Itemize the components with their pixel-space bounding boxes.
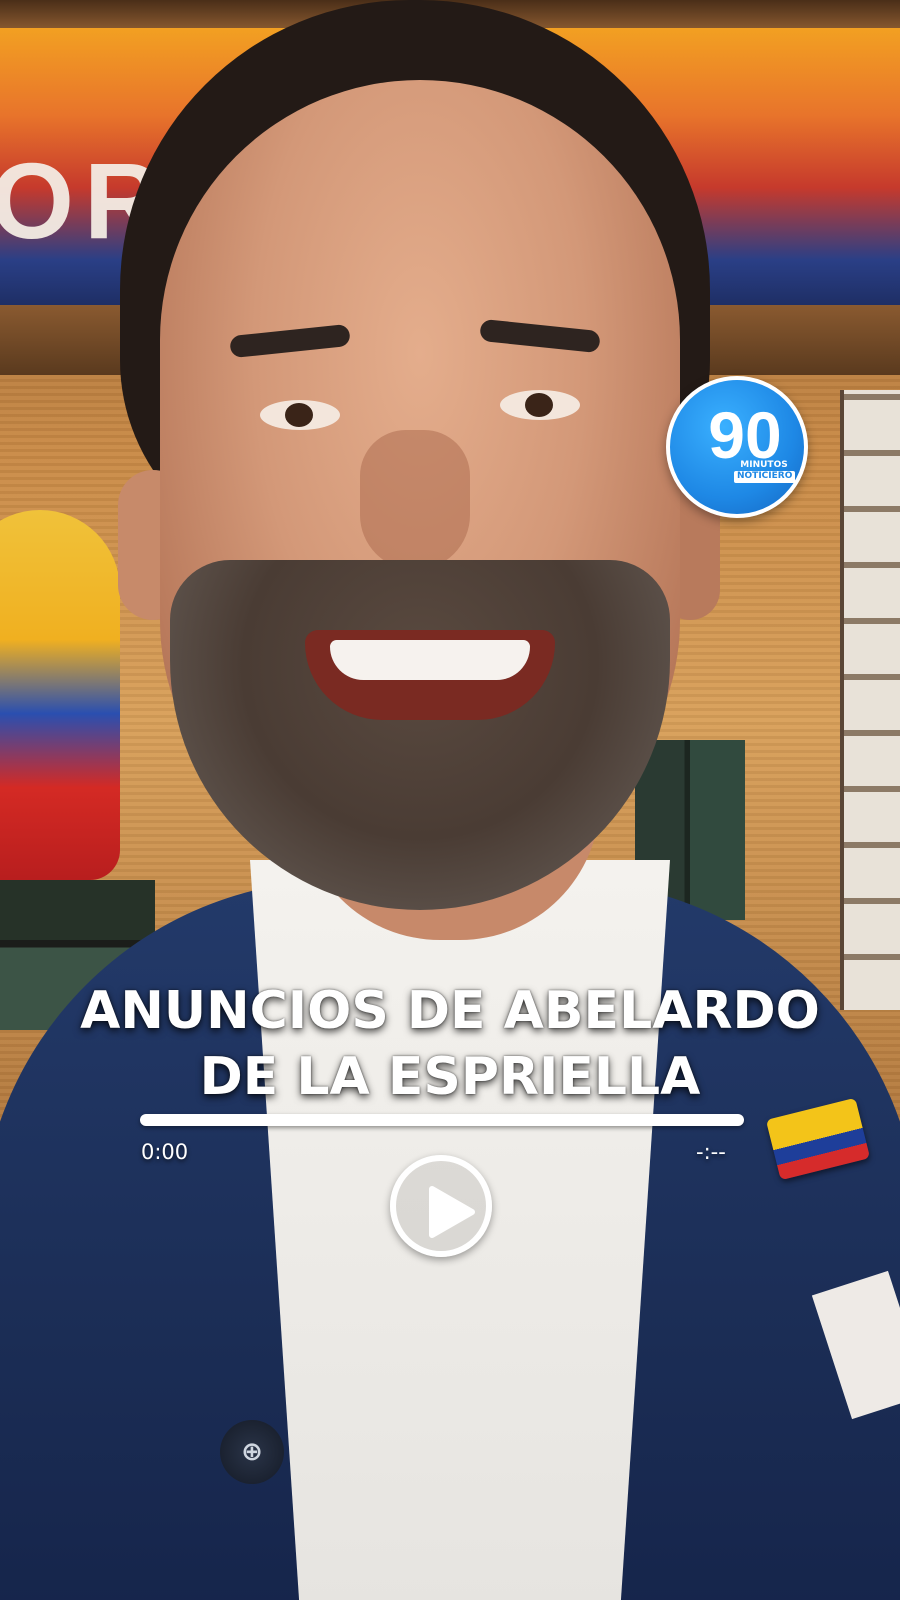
logo-line1: MINUTOS: [740, 460, 788, 470]
current-time: 0:00: [141, 1140, 189, 1164]
logo-subtitle: MINUTOS NOTICIERO: [734, 460, 796, 483]
colombian-flag-vase: [0, 510, 120, 880]
nose: [360, 430, 470, 570]
logo-line2: NOTICIERO: [734, 471, 796, 483]
right-eye: [500, 390, 580, 420]
play-button[interactable]: [390, 1155, 492, 1257]
play-icon: [429, 1186, 475, 1238]
channel-logo: 90 MINUTOS NOTICIERO: [666, 376, 808, 518]
progress-bar[interactable]: [140, 1114, 744, 1126]
logo-number: 90: [708, 398, 782, 472]
video-frame[interactable]: ORRE A PA ⊕: [0, 0, 900, 1600]
headline-line-2: DE LA ESPRIELLA: [199, 1047, 701, 1107]
remaining-time: -:--: [696, 1140, 726, 1164]
left-eye: [260, 400, 340, 430]
video-headline: ANUNCIOS DE ABELARDO DE LA ESPRIELLA: [40, 978, 860, 1110]
headline-line-1: ANUNCIOS DE ABELARDO: [80, 981, 820, 1041]
bookshelf-right: [840, 390, 900, 1010]
lapel-pin-icon: ⊕: [220, 1420, 284, 1484]
teeth: [330, 640, 530, 680]
